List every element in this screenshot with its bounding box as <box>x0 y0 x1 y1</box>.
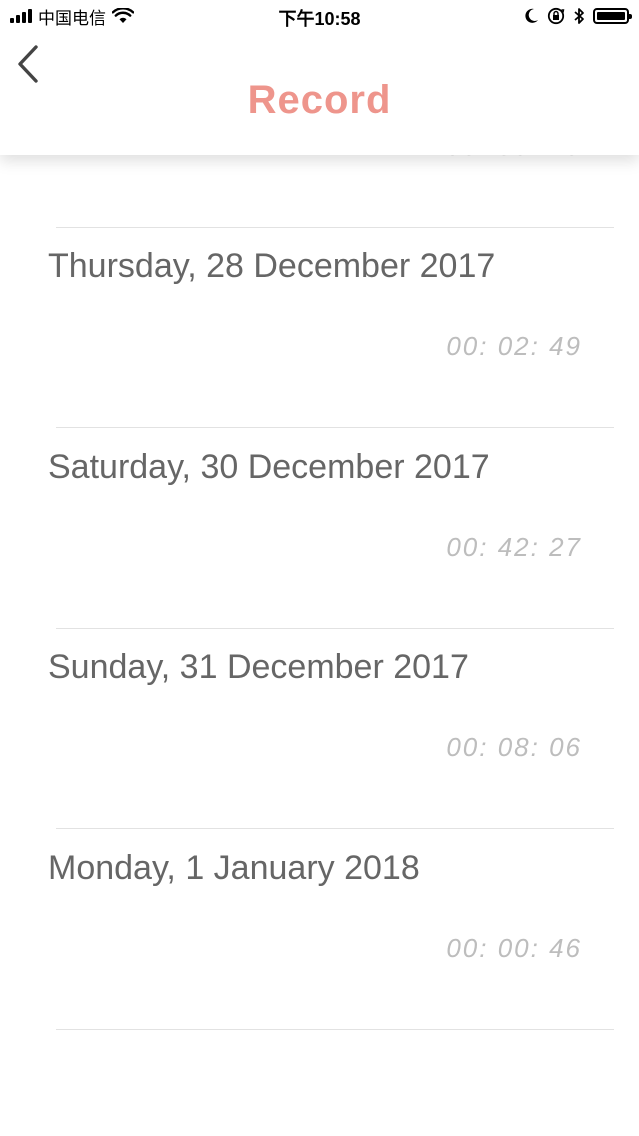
record-row[interactable]: Sunday, 31 December 2017 00: 08: 06 <box>0 628 639 829</box>
battery-icon <box>593 8 632 24</box>
moon-icon <box>525 8 538 23</box>
status-bar: 中国电信 下午10:58 <box>0 0 639 34</box>
record-duration: 00: 02: 49 <box>446 331 582 361</box>
record-row[interactable]: Saturday, 30 December 2017 00: 42: 27 <box>0 428 639 629</box>
bluetooth-icon <box>574 8 584 24</box>
record-duration: 00: 42: 27 <box>446 532 582 562</box>
record-date: Sunday, 31 December 2017 <box>48 648 469 686</box>
record-date: Thursday, 28 December 2017 <box>48 247 496 285</box>
record-date: Saturday, 30 December 2017 <box>48 448 490 486</box>
record-screen: 中国电信 下午10:58 Record Thursday, 28 Decembe… <box>0 0 639 1136</box>
record-row[interactable]: Monday, 1 January 2018 00: 00: 46 <box>0 829 639 1030</box>
status-right <box>525 5 632 27</box>
page-title: Record <box>247 78 392 122</box>
record-row[interactable]: Thursday, 28 December 2017 00: 02: 49 <box>0 227 639 428</box>
record-duration: 00: 08: 06 <box>446 732 582 762</box>
record-list[interactable]: 00: 00: 40 Thursday, 28 December 2017 00… <box>0 0 639 1136</box>
record-date: Monday, 1 January 2018 <box>48 849 420 887</box>
record-duration: 00: 00: 46 <box>446 933 582 963</box>
orientation-lock-icon <box>547 7 565 25</box>
row-divider <box>56 1029 614 1030</box>
